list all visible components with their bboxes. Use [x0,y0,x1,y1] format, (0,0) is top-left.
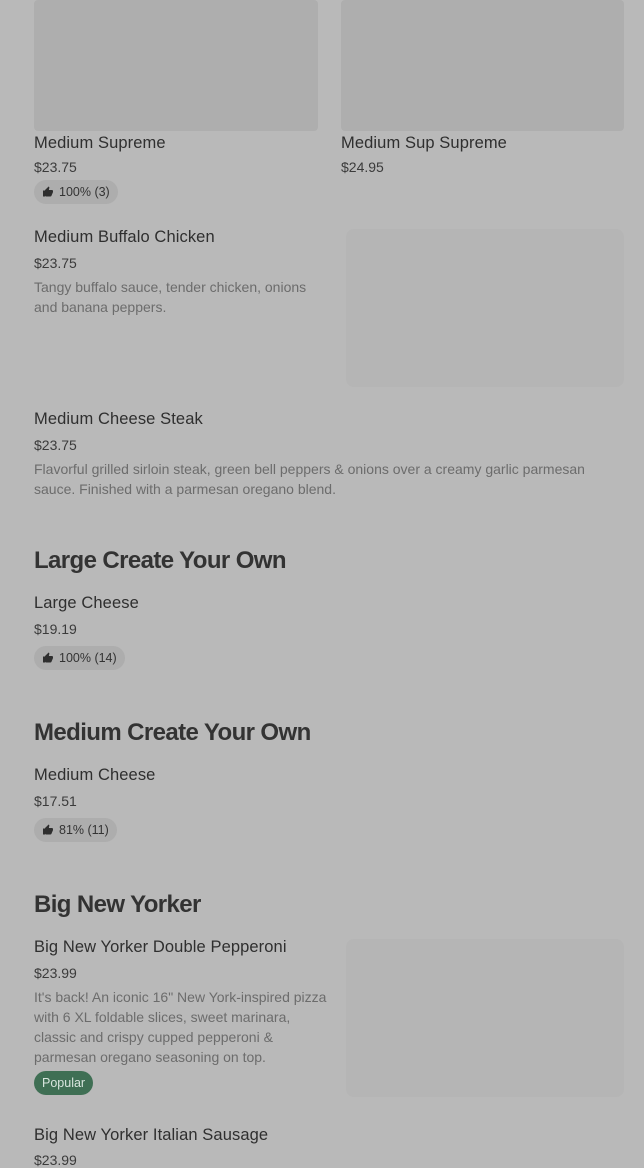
item-description: It's back! An iconic 16" New York-inspir… [34,989,327,1065]
item-name[interactable]: Medium Cheese Steak [34,410,203,429]
rating-text: 100% (3) [59,185,110,199]
thumbs-up-icon [43,186,53,197]
item-price: $23.75 [34,255,77,271]
item-description: Flavorful grilled sirloin steak, green b… [34,461,585,497]
item-name[interactable]: Medium Cheese [34,766,155,785]
item-price: $23.99 [34,965,77,981]
rating-badge: 81% (11) [34,818,117,842]
item-price: $23.75 [34,159,77,175]
rating-badge: 100% (14) [34,646,125,670]
item-price: $19.19 [34,621,77,637]
rating-badge: 100% (3) [34,180,118,204]
item-image-medium-supreme[interactable] [34,0,318,131]
item-price: $23.75 [34,437,77,453]
item-name[interactable]: Large Cheese [34,594,139,613]
section-title: Big New Yorker [34,891,201,918]
item-name[interactable]: Big New Yorker Italian Sausage [34,1126,268,1145]
item-name[interactable]: Medium Buffalo Chicken [34,228,215,247]
item-name[interactable]: Medium Sup Supreme [341,134,507,153]
rating-text: 100% (14) [59,651,117,665]
item-name[interactable]: Big New Yorker Double Pepperoni [34,938,287,957]
item-image-medium-sup-supreme[interactable] [341,0,624,131]
item-price: $24.95 [341,159,384,175]
item-name[interactable]: Medium Supreme [34,134,166,153]
thumbs-up-icon [43,824,53,835]
rating-text: 81% (11) [59,823,109,837]
section-title: Medium Create Your Own [34,719,311,746]
item-price: $17.51 [34,793,77,809]
thumbs-up-icon [43,652,53,663]
item-image-big-new-yorker-double-pepperoni[interactable] [346,939,624,1097]
item-image-medium-buffalo-chicken[interactable] [346,229,624,387]
section-title: Large Create Your Own [34,547,287,574]
popular-badge: Popular [34,1071,94,1095]
item-description: Tangy buffalo sauce, tender chicken, oni… [34,279,307,315]
